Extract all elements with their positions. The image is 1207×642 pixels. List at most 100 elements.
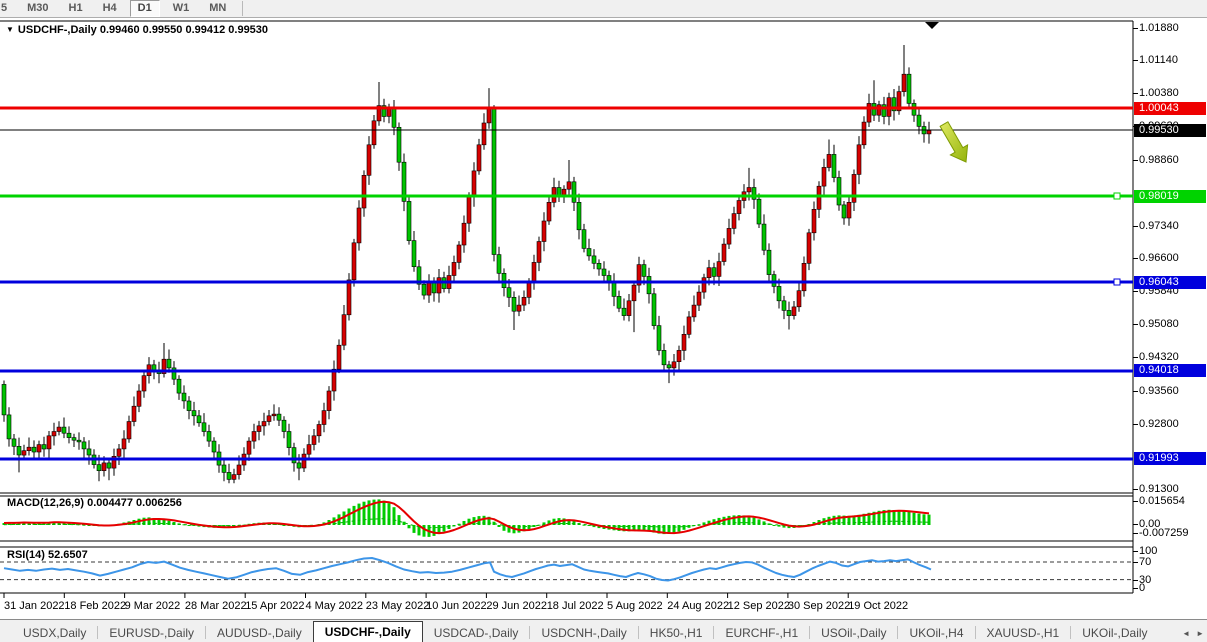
- current-bar-marker-icon: [925, 22, 939, 29]
- rsi-axis-tick: [1133, 580, 1138, 581]
- date-axis-label: 24 Aug 2022: [667, 600, 729, 612]
- candle-body: [832, 154, 836, 177]
- tab-usdcnh-daily[interactable]: USDCNH-,Daily: [530, 624, 637, 642]
- tab-hk50-h1[interactable]: HK50-,H1: [639, 624, 714, 642]
- macd-histogram-bar: [923, 514, 926, 525]
- candle-body: [427, 282, 431, 295]
- candle-body: [257, 426, 261, 432]
- candle-body: [227, 472, 231, 479]
- date-axis-label: 18 Feb 2022: [64, 600, 126, 612]
- candle-body: [797, 291, 801, 307]
- rsi-axis-tick: [1133, 562, 1138, 563]
- line-handle-icon[interactable]: [1114, 193, 1120, 199]
- price-axis-tick: [1133, 93, 1138, 94]
- candle-body: [747, 188, 751, 192]
- candle-body: [22, 451, 26, 455]
- candle-body: [622, 308, 626, 315]
- tab-scroll-right-icon[interactable]: ►: [1196, 629, 1204, 638]
- candle-body: [907, 74, 911, 103]
- chart-tab-bar: USDX,DailyEURUSD-,DailyAUDUSD-,DailyUSDC…: [0, 619, 1207, 642]
- price-axis-label: 0.95080: [1139, 318, 1179, 331]
- candle-body: [467, 197, 471, 223]
- candle-body: [762, 224, 766, 250]
- candle-body: [272, 414, 276, 416]
- line-handle-icon[interactable]: [1114, 279, 1120, 285]
- candle-body: [817, 186, 821, 209]
- candle-body: [782, 301, 786, 311]
- candle-body: [437, 278, 441, 293]
- macd-histogram-bar: [483, 516, 486, 525]
- macd-histogram-bar: [533, 525, 536, 527]
- candle-body: [547, 202, 551, 221]
- candle-body: [67, 433, 71, 437]
- candle-body: [757, 199, 761, 224]
- macd-histogram-bar: [908, 512, 911, 525]
- macd-histogram-bar: [528, 525, 531, 529]
- candle-body: [512, 297, 516, 311]
- candle-body: [527, 282, 531, 297]
- chart-menu-triangle-icon[interactable]: ▼: [6, 25, 14, 34]
- candle-body: [842, 205, 846, 218]
- tab-usdx-daily[interactable]: USDX,Daily: [12, 624, 97, 642]
- tab-scroll-left-icon[interactable]: ◄: [1182, 629, 1190, 638]
- candle-body: [472, 171, 476, 197]
- candle-body: [307, 445, 311, 455]
- candle-body: [347, 280, 351, 315]
- chart-canvas: [0, 0, 1207, 642]
- price-axis-tick: [1133, 291, 1138, 292]
- candle-body: [877, 105, 881, 116]
- price-axis-label: 1.01140: [1139, 54, 1178, 67]
- candle-body: [97, 465, 101, 471]
- candle-body: [682, 334, 686, 350]
- candle-body: [882, 105, 886, 117]
- tab-xauusd-h1[interactable]: XAUUSD-,H1: [976, 624, 1071, 642]
- tab-usdcad-daily[interactable]: USDCAD-,Daily: [423, 624, 530, 642]
- sell-arrow-icon[interactable]: [940, 122, 968, 162]
- candle-body: [827, 154, 831, 167]
- tab-eurchf-h1[interactable]: EURCHF-,H1: [714, 624, 809, 642]
- candle-body: [677, 350, 681, 361]
- candle-body: [457, 245, 461, 262]
- candle-body: [432, 282, 436, 293]
- candle-body: [132, 406, 136, 421]
- candle-body: [47, 436, 51, 449]
- tab-usoil-daily[interactable]: USOil-,Daily: [810, 624, 897, 642]
- candle-body: [672, 362, 676, 368]
- candle-body: [517, 305, 521, 311]
- candle-body: [72, 438, 76, 441]
- macd-histogram-bar: [348, 509, 351, 526]
- candle-body: [712, 268, 716, 277]
- candle-body: [262, 422, 266, 426]
- candle-body: [582, 230, 586, 249]
- candle-body: [732, 214, 736, 229]
- candle-body: [632, 285, 636, 301]
- tab-eurusd-daily[interactable]: EURUSD-,Daily: [98, 624, 205, 642]
- macd-histogram-bar: [918, 514, 921, 525]
- candle-body: [847, 202, 851, 218]
- price-level-badge-0.99530: 0.99530: [1134, 124, 1206, 137]
- tab-ukoil-daily[interactable]: UKOil-,Daily: [1071, 624, 1158, 642]
- candle-body: [2, 384, 6, 415]
- tab-usdchf-daily[interactable]: USDCHF-,Daily: [313, 621, 423, 642]
- tab-audusd-daily[interactable]: AUDUSD-,Daily: [206, 624, 313, 642]
- candle-body: [612, 282, 616, 296]
- candle-body: [27, 447, 31, 451]
- price-level-badge-0.94018: 0.94018: [1134, 364, 1206, 377]
- macd-histogram-bar: [678, 525, 681, 532]
- macd-histogram-bar: [683, 525, 686, 530]
- candle-body: [497, 255, 501, 274]
- candle-body: [642, 265, 646, 277]
- macd-histogram-bar: [893, 510, 896, 525]
- tab-ukoil-h4[interactable]: UKOil-,H4: [898, 624, 974, 642]
- macd-histogram-bar: [393, 507, 396, 525]
- macd-histogram-bar: [388, 503, 391, 525]
- candle-body: [807, 233, 811, 263]
- candle-body: [17, 446, 21, 455]
- date-axis-label: 5 Aug 2022: [607, 600, 663, 612]
- rsi-axis-label: 70: [1139, 556, 1151, 569]
- macd-histogram-bar: [673, 525, 676, 533]
- candle-body: [247, 441, 251, 454]
- candle-body: [62, 427, 66, 433]
- price-axis-label: 0.92800: [1139, 418, 1179, 431]
- candle-body: [42, 445, 46, 449]
